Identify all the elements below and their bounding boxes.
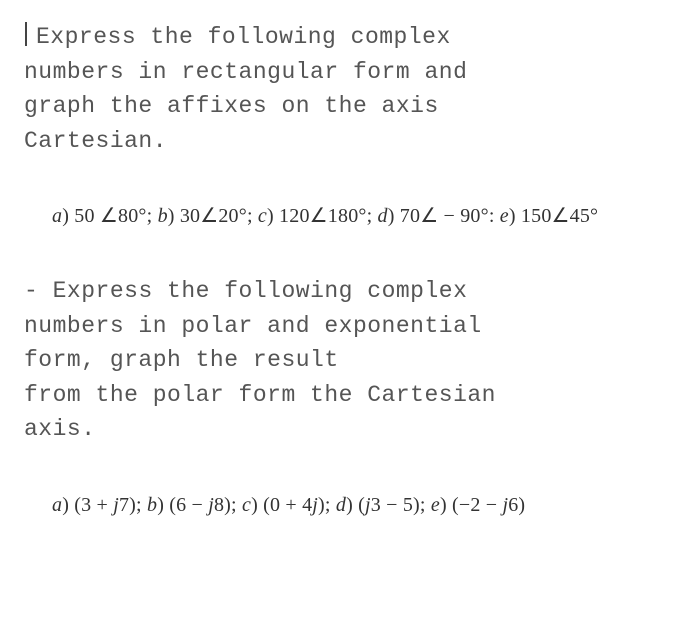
problem-1-line2: numbers in rectangular form and [24,55,658,90]
math2-b-label: b [147,494,157,516]
problem-2-math: a) (3 + j7); b) (6 − j8); c) (0 + 4j); d… [52,491,658,519]
math2-e-label: e [431,494,440,516]
math2-c-label: c [242,494,251,516]
problem-1-line4: Cartesian. [24,124,658,159]
problem-1-math: a) 50 ∠80°; b) 30∠20°; c) 120∠180°; d) 7… [52,202,658,230]
math1-b-label: b [158,205,168,227]
math2-d-label: d [336,494,346,516]
math1-d-label: d [378,205,388,227]
problem-1-text: Express the following complex numbers in… [24,20,658,158]
math1-a-label: a [52,205,62,227]
problem-1-line3: graph the affixes on the axis [24,89,658,124]
math2-a-label: a [52,494,62,516]
problem-2-line2: numbers in polar and exponential [24,309,658,344]
problem-2-line1: Express the following complex [53,278,468,304]
problem-1-line1: Express the following complex [36,24,451,50]
problem-2-line5: axis. [24,412,658,447]
problem-2-bullet: - [24,278,38,304]
math1-c-label: c [258,205,267,227]
problem-2-line3: form, graph the result [24,343,658,378]
problem-2-text: - Express the following complex numbers … [24,274,658,447]
math1-e-label: e [500,205,509,227]
problem-2-line4: from the polar form the Cartesian [24,378,658,413]
